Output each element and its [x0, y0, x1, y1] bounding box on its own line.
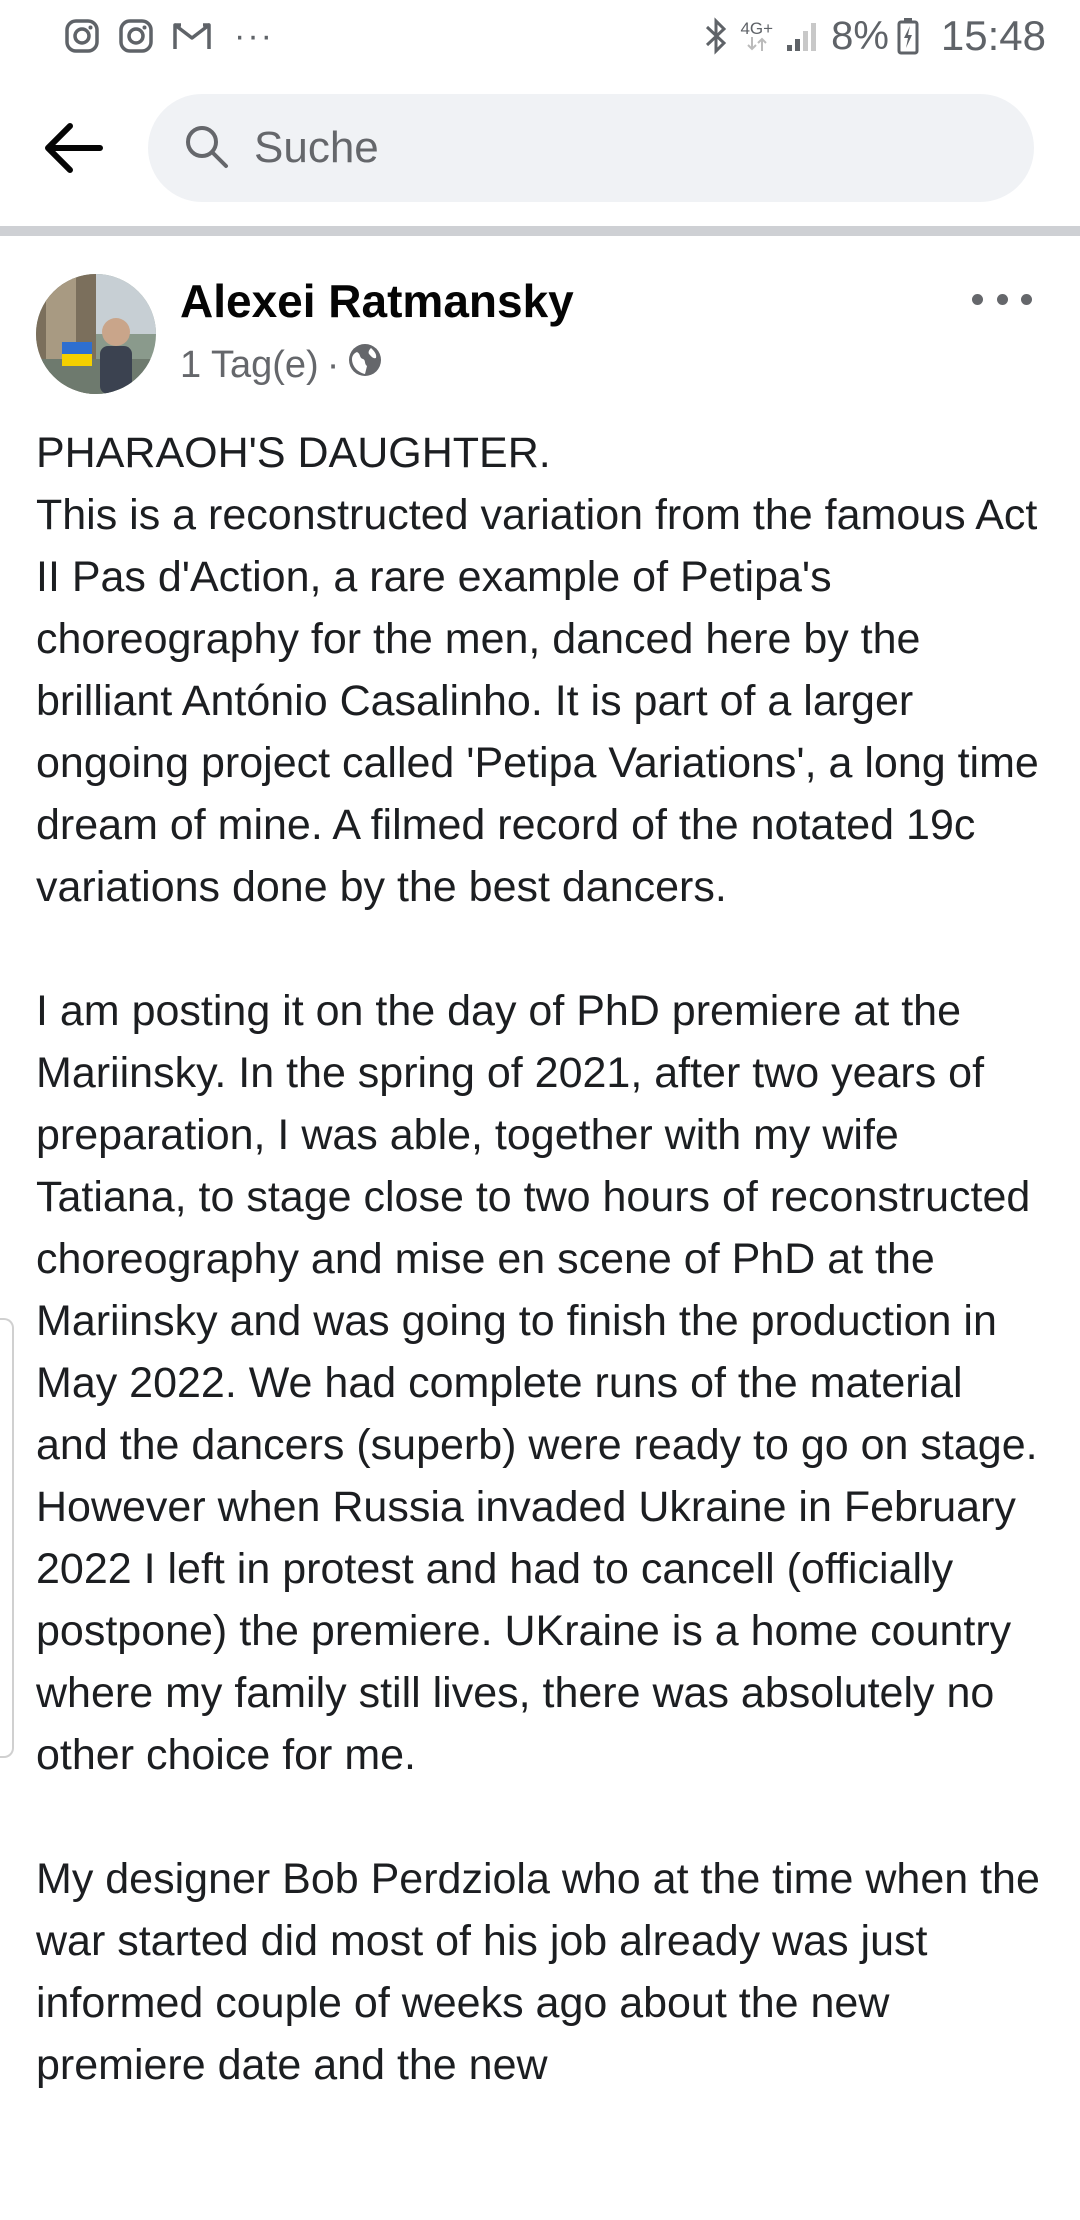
instagram-icon: [118, 18, 154, 54]
search-header: [0, 72, 1080, 224]
post-options-button[interactable]: [972, 284, 1032, 314]
post-meta: 1 Tag(e) ·: [180, 342, 383, 388]
more-notifications-indicator: ···: [234, 16, 274, 55]
network-indicator: 4G+: [740, 19, 774, 51]
signal-icon: [785, 19, 819, 53]
network-type: 4G+: [740, 19, 774, 38]
status-bar-left: ···: [64, 17, 274, 56]
status-bar: ··· 4G+ 8% 15:48: [0, 0, 1080, 72]
post-text: PHARAOH'S DAUGHTER. This is a reconstruc…: [0, 422, 1080, 2096]
header-divider: [0, 226, 1080, 236]
more-dot: [1021, 293, 1032, 305]
post-author[interactable]: Alexei Ratmansky: [180, 274, 574, 328]
more-dot: [996, 293, 1008, 305]
post-header: Alexei Ratmansky 1 Tag(e) ·: [0, 236, 1080, 420]
post-timestamp[interactable]: 1 Tag(e): [180, 344, 319, 387]
search-bar[interactable]: [148, 94, 1034, 202]
search-icon: [182, 122, 230, 175]
clock: 15:48: [940, 12, 1046, 59]
bluetooth-icon: [704, 17, 728, 55]
post-paragraph: My designer Bob Perdziola who at the tim…: [36, 1855, 1040, 2089]
status-bar-right: 4G+ 8% 15:48: [704, 12, 1046, 60]
instagram-icon: [64, 18, 100, 54]
post: Alexei Ratmansky 1 Tag(e) · PHARAOH'S DA…: [0, 236, 1080, 2158]
globe-icon: [347, 342, 383, 388]
gmail-icon: [172, 20, 212, 52]
more-dot: [972, 293, 983, 305]
battery-charging-icon: [897, 17, 919, 55]
avatar[interactable]: [36, 274, 156, 394]
post-paragraph: I am posting it on the day of PhD premie…: [36, 987, 1038, 1779]
search-input[interactable]: [252, 122, 1012, 174]
meta-separator: ·: [326, 343, 340, 386]
back-arrow-icon: [45, 123, 103, 173]
edge-panel-handle[interactable]: [0, 1318, 14, 1758]
post-paragraph: PHARAOH'S DAUGHTER. This is a reconstruc…: [36, 429, 1039, 911]
back-button[interactable]: [38, 113, 108, 183]
battery-percent: 8%: [831, 13, 889, 58]
